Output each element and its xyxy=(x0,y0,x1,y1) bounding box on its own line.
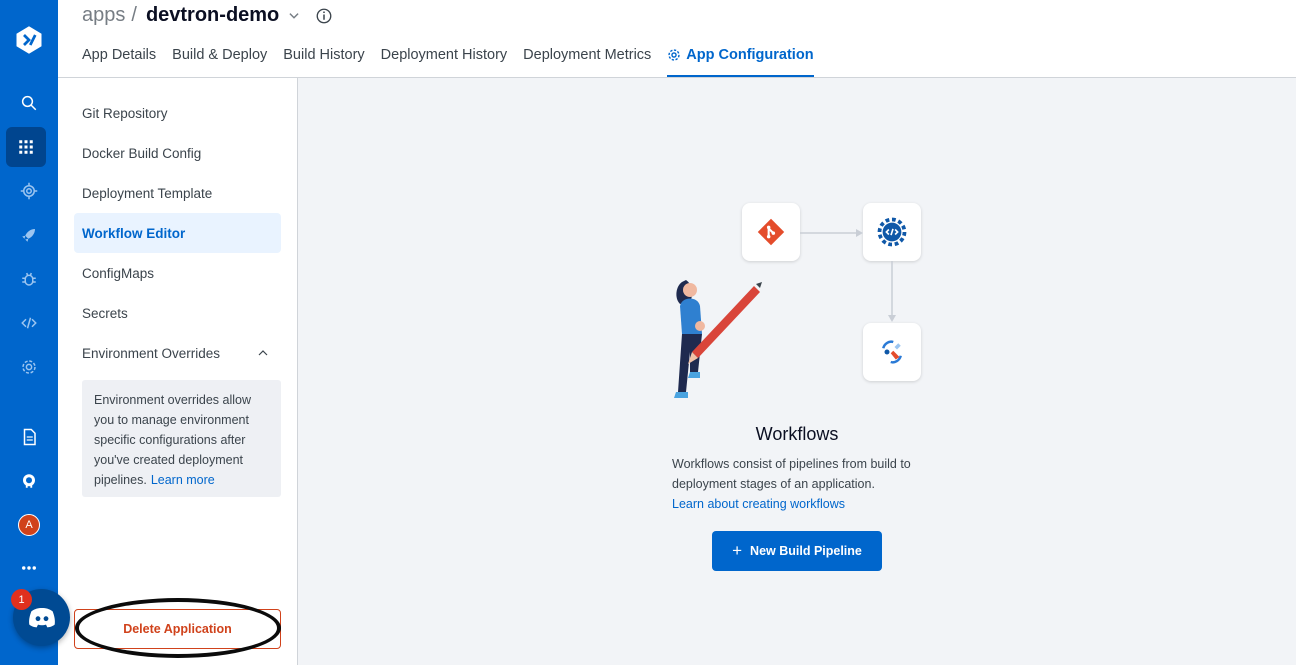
tab-app-details[interactable]: App Details xyxy=(82,44,156,77)
learn-more-link[interactable]: Learn more xyxy=(151,473,215,487)
breadcrumb-apps-link[interactable]: apps xyxy=(82,4,125,27)
nav-workflow-editor[interactable]: Workflow Editor xyxy=(74,213,281,253)
nav-secrets[interactable]: Secrets xyxy=(74,293,281,333)
avatar[interactable]: A xyxy=(0,505,58,545)
illustration-person-pencil xyxy=(674,280,762,398)
docs-icon[interactable] xyxy=(0,417,58,457)
info-icon[interactable] xyxy=(315,7,333,25)
override-info-box: Environment overrides allow you to manag… xyxy=(82,380,281,497)
settings-icon[interactable] xyxy=(0,347,58,387)
deploy-icon xyxy=(882,340,902,364)
devtron-logo-icon[interactable] xyxy=(0,20,58,60)
tab-app-configuration[interactable]: App Configuration xyxy=(667,44,814,77)
workflow-main-area: Workflows Workflows consist of pipelines… xyxy=(298,78,1296,665)
tab-deployment-metrics[interactable]: Deployment Metrics xyxy=(523,44,651,77)
gear-icon xyxy=(668,49,680,61)
plus-icon: + xyxy=(732,541,743,560)
chevron-down-icon[interactable] xyxy=(287,9,301,23)
nav-environment-overrides[interactable]: Environment Overrides xyxy=(74,333,281,373)
build-node xyxy=(863,203,921,261)
left-rail: A xyxy=(0,0,58,665)
page-header: apps / devtron-demo App Details Build & … xyxy=(58,0,1296,78)
nav-git-repository[interactable]: Git Repository xyxy=(74,93,281,133)
discord-icon xyxy=(28,607,55,627)
breadcrumb-separator: / xyxy=(131,4,137,26)
app-tabs: App Details Build & Deploy Build History… xyxy=(82,44,830,77)
git-source-node xyxy=(742,203,800,261)
tab-deployment-history[interactable]: Deployment History xyxy=(381,44,508,77)
annotation-ellipse xyxy=(75,598,281,658)
code-icon[interactable] xyxy=(0,303,58,343)
nav-deployment-template[interactable]: Deployment Template xyxy=(74,173,281,213)
tab-app-configuration-label: App Configuration xyxy=(686,47,814,63)
build-gear-icon xyxy=(877,217,907,247)
app-name[interactable]: devtron-demo xyxy=(146,4,279,27)
github-icon[interactable] xyxy=(0,461,58,501)
tab-build-history[interactable]: Build History xyxy=(283,44,364,77)
deploy-node xyxy=(863,323,921,381)
config-nav: Git Repository Docker Build Config Deplo… xyxy=(58,78,298,665)
notification-badge: 1 xyxy=(11,589,32,610)
security-bug-icon[interactable] xyxy=(0,259,58,299)
workflows-title: Workflows xyxy=(755,424,839,444)
connector-arrow xyxy=(800,229,863,237)
connector-arrow xyxy=(888,261,896,322)
git-icon xyxy=(757,218,785,246)
nav-docker-build-config[interactable]: Docker Build Config xyxy=(74,133,281,173)
chevron-up-icon[interactable] xyxy=(257,347,269,359)
breadcrumb: apps / devtron-demo xyxy=(82,4,333,27)
global-config-icon[interactable] xyxy=(0,171,58,211)
nav-environment-overrides-label: Environment Overrides xyxy=(82,345,221,361)
deploy-rocket-icon[interactable] xyxy=(0,215,58,255)
search-icon[interactable] xyxy=(0,83,58,123)
apps-grid-icon[interactable] xyxy=(0,127,58,167)
new-build-pipeline-label: New Build Pipeline xyxy=(750,544,862,558)
nav-configmaps[interactable]: ConfigMaps xyxy=(74,253,281,293)
learn-workflows-link[interactable]: Learn about creating workflows xyxy=(672,494,845,514)
tab-build-deploy[interactable]: Build & Deploy xyxy=(172,44,267,77)
workflows-description: Workflows consist of pipelines from buil… xyxy=(672,457,911,491)
more-icon[interactable] xyxy=(0,548,58,588)
new-build-pipeline-button[interactable]: + New Build Pipeline xyxy=(712,531,882,571)
